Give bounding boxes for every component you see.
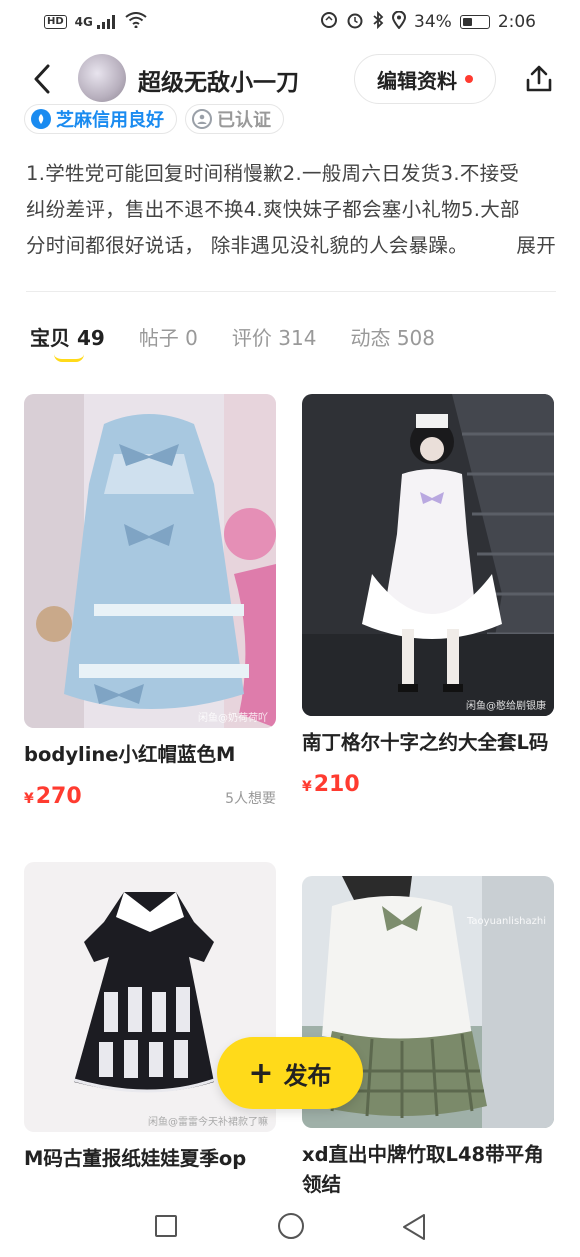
back-arrow-icon [34,64,50,94]
tab-count: 0 [185,326,198,350]
zhima-credit-label: 芝麻信用良好 [56,110,164,131]
bio-line: 分时间都很好说话， 除非遇见没礼貌的人会暴躁。 [26,234,469,257]
tab-label: 宝贝 [30,326,70,350]
tab-reviews[interactable]: 评价 314 [232,322,317,351]
profile-tabs: 宝贝 49 帖子 0 评价 314 动态 508 [30,322,435,362]
product-card[interactable]: 闲鱼@奶荷荷吖 bodyline小红帽蓝色M ¥270 5人想要 [24,394,276,809]
battery-level [462,18,473,26]
home-button[interactable] [278,1213,304,1239]
share-button[interactable] [524,64,554,94]
avatar[interactable] [78,54,126,102]
recent-apps-button[interactable] [155,1215,177,1237]
profile-header: 超级无敌小一刀 编辑资料 [0,52,580,106]
zhima-credit-badge[interactable]: 芝麻信用良好 [24,104,177,134]
verified-label: 已认证 [217,110,271,131]
tab-count: 49 [76,326,105,350]
tab-count: 508 [396,326,435,350]
back-button[interactable] [26,62,58,96]
verified-badge[interactable]: 已认证 [185,104,284,134]
publish-button[interactable]: + 发布 [217,1037,363,1109]
edit-profile-button[interactable]: 编辑资料 [354,54,496,104]
product-title: xd直出中牌竹取L48带平角领结 [302,1143,544,1196]
tab-items[interactable]: 宝贝 49 [30,322,105,362]
battery-percent: 34% [414,12,452,32]
tab-count: 314 [278,326,317,350]
status-bar: HD 4G 34% 2:06 [0,0,580,44]
divider [26,291,556,292]
price-row: ¥270 5人想要 [24,784,276,809]
signal-icon: 4G [75,15,117,30]
plus-icon: + [248,1055,274,1091]
location-icon [392,10,407,34]
nav-back-icon[interactable] [401,1213,427,1241]
system-nav-bar [0,1197,580,1257]
want-count: 5人想要 [225,791,276,807]
bio-expand-link[interactable]: 展开 [516,228,556,264]
tab-label: 帖子 [138,326,179,350]
notification-dot [465,75,473,83]
clock: 2:06 [497,12,536,32]
status-left: HD 4G [44,11,147,33]
product-price: ¥210 [302,772,360,797]
hd-badge: HD [44,15,67,29]
product-card[interactable]: 闲鱼@憨给剧银康 南丁格尔十字之约大全套L码 ¥210 [302,394,554,797]
profile-bio: 1.学牲党可能回复时间稍慢歉2.一般周六日发货3.不接受 纠纷差评，售出不退不换… [26,156,556,264]
credit-badges: 芝麻信用良好 已认证 [24,104,284,134]
edit-profile-label: 编辑资料 [377,68,457,93]
image-watermark: 闲鱼@憨给剧银康 [466,701,546,712]
verified-user-icon [192,109,212,129]
image-watermark: 闲鱼@奶荷荷吖 [198,713,268,724]
status-right: 34% 2:06 [320,10,536,34]
product-title: bodyline小红帽蓝色M [24,743,236,766]
tab-label: 评价 [231,326,272,350]
active-tab-indicator [54,354,84,362]
product-card[interactable]: 闲鱼@雷雷今天补裙款了嘛 M码古董报纸娃娃夏季op [24,862,276,1174]
username: 超级无敌小一刀 [138,70,299,96]
data-saver-icon [320,11,338,34]
image-watermark: 闲鱼@雷雷今天补裙款了嘛 [148,1117,268,1128]
wifi-icon [125,11,147,33]
product-image: 闲鱼@奶荷荷吖 [24,394,276,728]
share-icon [526,65,552,92]
alarm-icon [346,11,364,34]
bluetooth-icon [372,10,384,34]
tab-activity[interactable]: 动态 508 [350,322,435,351]
zhima-icon [31,109,51,129]
bio-line: 1.学牲党可能回复时间稍慢歉2.一般周六日发货3.不接受 [26,162,520,185]
image-watermark: Taoyuanlishazhi [466,916,546,927]
product-title: M码古董报纸娃娃夏季op [24,1147,247,1170]
tab-posts[interactable]: 帖子 0 [139,322,198,351]
price-row: ¥210 [302,772,554,797]
tab-label: 动态 [350,326,391,350]
publish-label: 发布 [283,1061,332,1090]
product-image: 闲鱼@憨给剧银康 [302,394,554,716]
product-price: ¥270 [24,784,82,809]
bio-line: 纠纷差评，售出不退不换4.爽快妹子都会塞小礼物5.大部 [26,198,520,221]
battery-icon [459,15,490,29]
product-card[interactable]: Taoyuanlishazhi xd直出中牌竹取L48带平角领结 [302,876,554,1200]
product-title: 南丁格尔十字之约大全套L码 [302,731,549,754]
